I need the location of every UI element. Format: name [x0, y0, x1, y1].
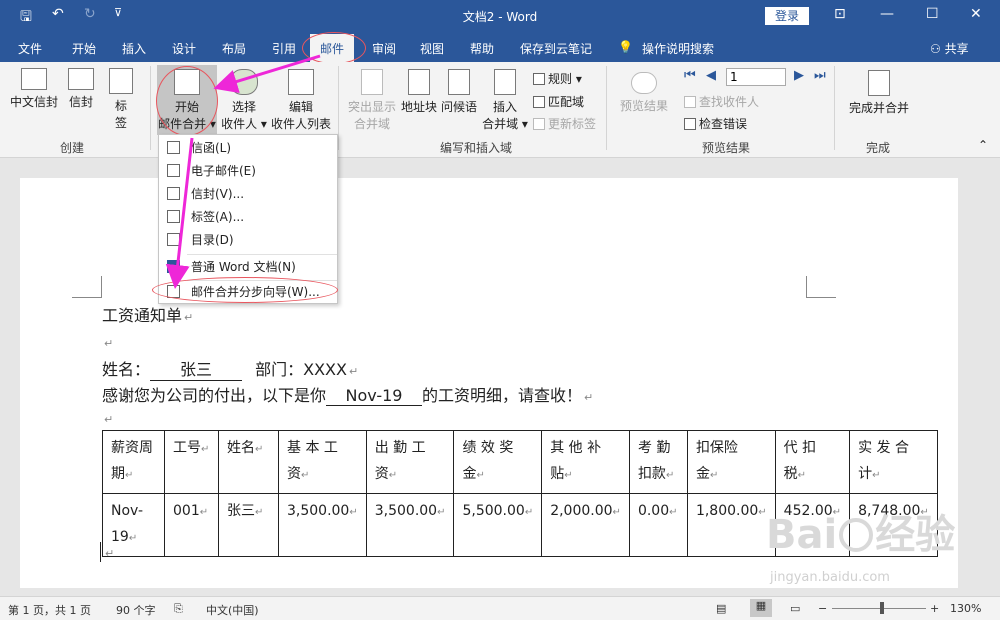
- watermark-brand: Bai 经验: [766, 512, 956, 558]
- print-layout-icon[interactable]: ▦: [750, 599, 772, 617]
- page-count[interactable]: 第 1 页，共 1 页: [8, 602, 91, 618]
- language-indicator[interactable]: 中文(中国): [206, 602, 259, 618]
- zoom-slider-thumb[interactable]: [880, 602, 884, 614]
- baidu-watermark: Bai 经验 jingyan.baidu.com: [766, 498, 966, 598]
- zoom-in-icon[interactable]: +: [930, 602, 939, 615]
- arrow-to-start-merge: [213, 54, 321, 94]
- word-count[interactable]: 90 个字: [116, 602, 156, 618]
- read-mode-icon[interactable]: ▤: [716, 602, 726, 615]
- proofing-icon[interactable]: ⎘: [174, 602, 183, 616]
- arrow-to-wizard: [165, 137, 194, 289]
- zoom-out-icon[interactable]: −: [818, 602, 827, 615]
- zoom-slider-track[interactable]: [832, 608, 926, 609]
- status-bar: 第 1 页，共 1 页 90 个字 ⎘ 中文(中国) ▤ ▦ ▭ − + 130…: [0, 596, 1000, 620]
- paw-icon: [839, 518, 874, 552]
- web-layout-icon[interactable]: ▭: [790, 602, 800, 615]
- watermark-url: jingyan.baidu.com: [770, 570, 890, 585]
- zoom-level[interactable]: 130%: [950, 602, 981, 615]
